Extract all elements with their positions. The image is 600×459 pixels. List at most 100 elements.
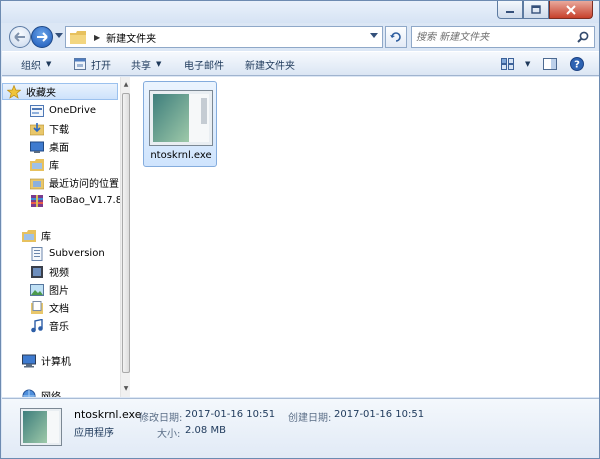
- preview-pane-button[interactable]: [543, 52, 557, 76]
- nav-recent-places-label: 最近访问的位置: [49, 179, 119, 190]
- navigation-pane: 收藏夹 OneDrive 下载 桌面 库 最近访问的位置 TaoBao_V1.7…: [2, 77, 120, 397]
- nav-library-shortcut-label: 库: [49, 161, 59, 172]
- details-pane: ntoskrnl.exe 应用程序 修改日期: 2017-01-16 10:51…: [2, 398, 599, 458]
- explorer-body: 收藏夹 OneDrive 下载 桌面 库 最近访问的位置 TaoBao_V1.7…: [2, 77, 599, 397]
- file-list[interactable]: ntoskrnl.exe: [131, 77, 599, 397]
- address-bar[interactable]: ▶ 新建文件夹: [65, 26, 383, 48]
- nav-documents[interactable]: 文档: [2, 299, 118, 316]
- nav-network[interactable]: 网络: [2, 387, 118, 397]
- organize-button[interactable]: 组织 ▼: [21, 52, 51, 76]
- preview-pane-icon: [543, 58, 557, 70]
- nav-library-shortcut[interactable]: 库: [2, 156, 118, 173]
- scroll-up-arrow-icon[interactable]: ▲: [121, 79, 131, 91]
- file-name: ntoskrnl.exe: [150, 150, 212, 161]
- forward-button[interactable]: [31, 26, 53, 48]
- title-bar: [1, 1, 599, 23]
- help-icon: ?: [570, 57, 584, 71]
- nav-desktop[interactable]: 桌面: [2, 138, 118, 155]
- size-label: 大小:: [157, 429, 181, 440]
- help-button[interactable]: ?: [570, 52, 584, 76]
- maximize-button[interactable]: [523, 1, 549, 19]
- new-folder-button[interactable]: 新建文件夹: [245, 52, 295, 76]
- modified-date-value: 2017-01-16 10:51: [185, 409, 276, 420]
- onedrive-icon: [30, 104, 44, 117]
- search-box[interactable]: [411, 26, 595, 48]
- modified-date-label: 修改日期:: [139, 413, 183, 424]
- pictures-icon: [30, 283, 44, 296]
- nav-subversion[interactable]: Subversion: [2, 245, 118, 262]
- chevron-down-icon: ▼: [156, 60, 162, 68]
- command-bar: 组织 ▼ 打开 共享 ▼ 电子邮件 新建文件夹 ▼ ?: [2, 51, 599, 76]
- maximize-icon: [531, 5, 541, 14]
- nav-subversion-label: Subversion: [49, 248, 105, 259]
- nav-music[interactable]: 音乐: [2, 317, 118, 334]
- selected-file-thumbnail-icon: [20, 408, 62, 446]
- nav-favorites-label: 收藏夹: [26, 88, 56, 99]
- desktop-icon: [30, 141, 44, 153]
- subversion-icon: [31, 246, 43, 261]
- scroll-down-arrow-icon[interactable]: ▼: [121, 383, 131, 395]
- nav-taobao-label: TaoBao_V1.7.8.: [49, 195, 120, 206]
- nav-libraries[interactable]: 库: [2, 227, 118, 244]
- nav-pictures[interactable]: 图片: [2, 281, 118, 298]
- refresh-icon: [390, 32, 401, 42]
- view-options-icon: [501, 58, 514, 70]
- nav-network-label: 网络: [41, 388, 61, 397]
- nav-onedrive-label: OneDrive: [49, 105, 97, 116]
- new-folder-label: 新建文件夹: [245, 60, 295, 72]
- breadcrumb-current-folder[interactable]: 新建文件夹: [106, 30, 156, 45]
- computer-icon: [22, 354, 36, 367]
- nav-favorites[interactable]: 收藏夹: [2, 83, 118, 100]
- nav-pictures-label: 图片: [49, 286, 69, 297]
- navigation-scrollbar[interactable]: ▲ ▼: [120, 77, 130, 397]
- close-icon: [566, 4, 576, 15]
- nav-computer[interactable]: 计算机: [2, 352, 118, 369]
- organize-label: 组织: [21, 60, 41, 72]
- chevron-down-icon: ▼: [46, 60, 52, 68]
- search-icon[interactable]: [577, 31, 589, 43]
- details-file-type: 应用程序: [74, 428, 114, 439]
- library-folder-icon: [30, 158, 44, 171]
- change-view-button[interactable]: [501, 52, 515, 76]
- created-date-value: 2017-01-16 10:51: [334, 409, 425, 420]
- refresh-button[interactable]: [385, 26, 407, 48]
- nav-videos[interactable]: 视频: [2, 263, 118, 280]
- back-button[interactable]: [9, 26, 31, 48]
- svg-text:?: ?: [574, 60, 580, 71]
- nav-videos-label: 视频: [49, 268, 69, 279]
- nav-recent-places[interactable]: 最近访问的位置: [2, 174, 119, 191]
- nav-taobao[interactable]: TaoBao_V1.7.8.: [2, 192, 120, 209]
- recent-places-icon: [30, 178, 44, 189]
- back-arrow-icon: [14, 32, 25, 42]
- libraries-icon: [22, 229, 36, 242]
- explorer-window: ▶ 新建文件夹 组织 ▼ 打开 共享 ▼ 电子邮件 新建文件夹: [0, 0, 600, 459]
- nav-downloads[interactable]: 下载: [2, 120, 118, 137]
- recent-pages-dropdown-icon[interactable]: [55, 33, 63, 39]
- folder-icon: [70, 30, 86, 44]
- file-item[interactable]: ntoskrnl.exe: [143, 81, 217, 167]
- nav-computer-label: 计算机: [41, 357, 71, 368]
- search-input[interactable]: [416, 30, 566, 45]
- email-button[interactable]: 电子邮件: [184, 52, 224, 76]
- navigation-row: ▶ 新建文件夹: [7, 25, 595, 49]
- open-button[interactable]: 打开: [74, 52, 111, 76]
- minimize-button[interactable]: [497, 1, 523, 19]
- view-menu-button[interactable]: ▼: [520, 52, 530, 76]
- nav-documents-label: 文档: [49, 304, 69, 315]
- chevron-down-icon: ▼: [525, 60, 531, 68]
- share-label: 共享: [131, 60, 151, 72]
- size-value: 2.08 MB: [185, 425, 226, 436]
- share-button[interactable]: 共享 ▼: [131, 52, 161, 76]
- created-date-label: 创建日期:: [288, 413, 332, 424]
- scrollbar-thumb[interactable]: [122, 93, 130, 373]
- open-app-icon: [74, 58, 86, 70]
- star-icon: [7, 84, 21, 99]
- nav-desktop-label: 桌面: [49, 143, 69, 154]
- address-history-dropdown-icon[interactable]: [370, 33, 378, 39]
- nav-downloads-label: 下载: [49, 125, 69, 136]
- close-button[interactable]: [549, 1, 593, 19]
- documents-icon: [31, 300, 43, 314]
- videos-icon: [31, 265, 43, 278]
- music-icon: [31, 318, 43, 332]
- nav-onedrive[interactable]: OneDrive: [2, 102, 118, 119]
